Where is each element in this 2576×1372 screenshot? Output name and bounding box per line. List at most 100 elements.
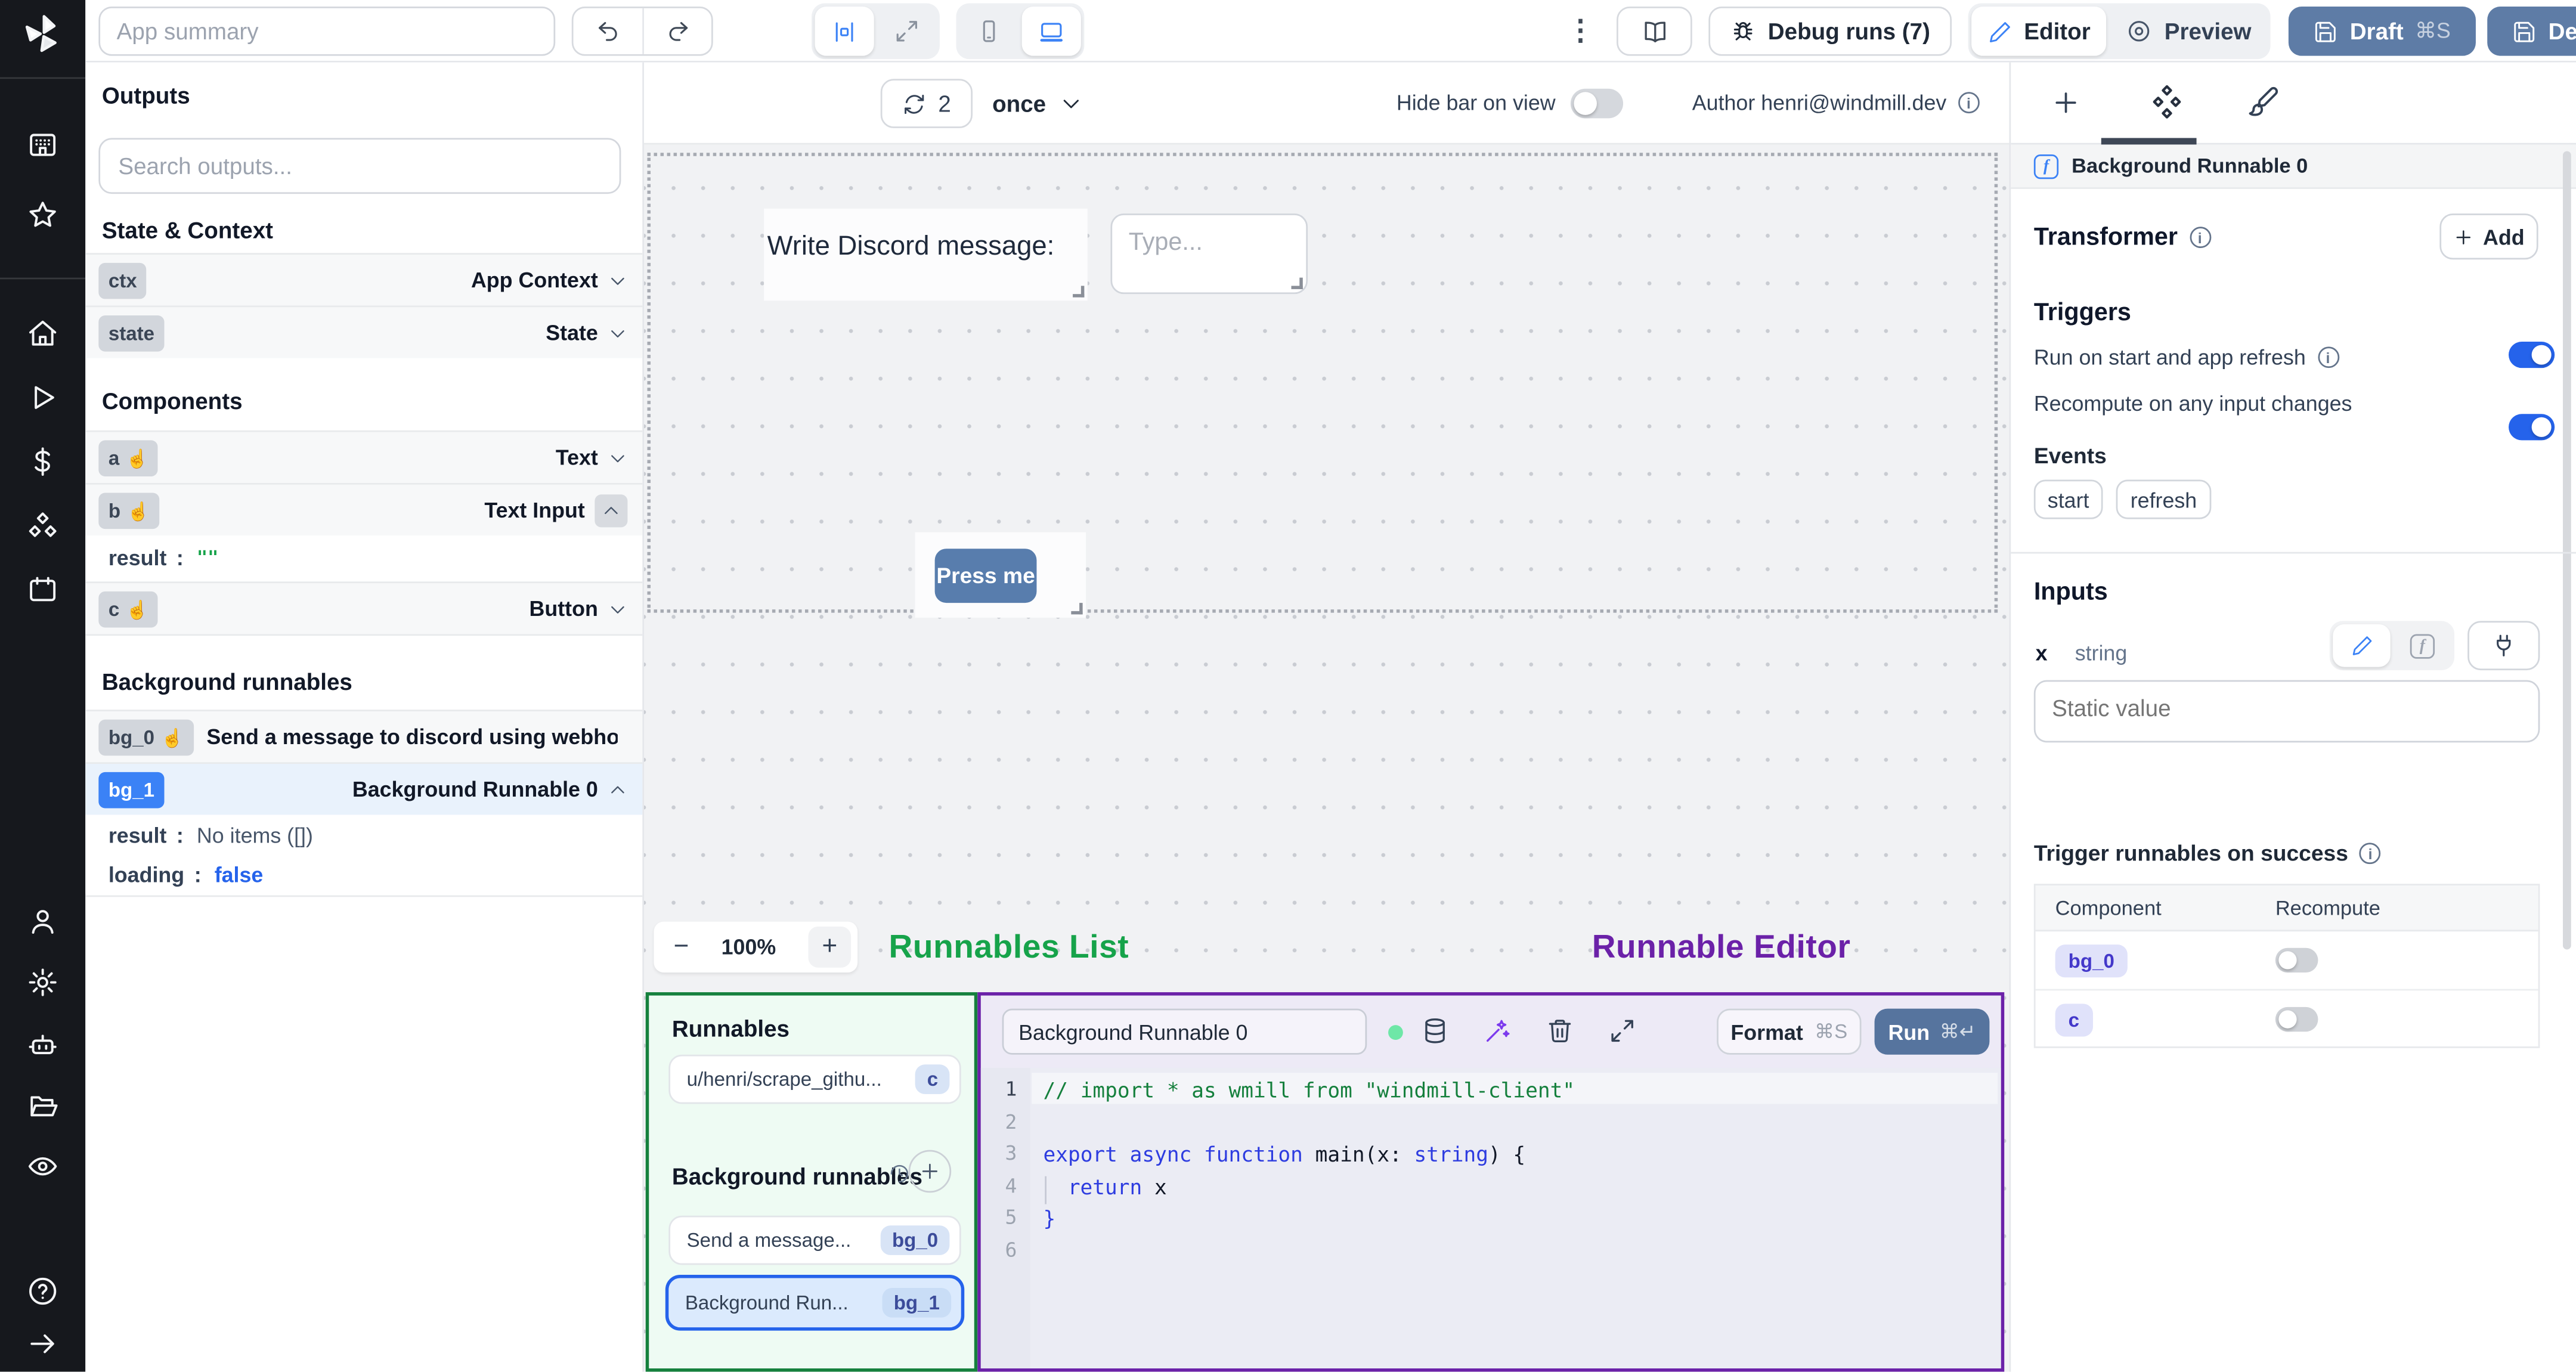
zoom-out-button[interactable]: − xyxy=(674,933,689,962)
frequency-dropdown[interactable]: once xyxy=(992,85,1082,122)
info-icon[interactable] xyxy=(2189,227,2211,249)
eval-mode-function-button[interactable] xyxy=(2394,624,2451,667)
search-outputs-input[interactable] xyxy=(98,138,621,194)
collapse-arrow-icon[interactable] xyxy=(26,1327,59,1360)
recompute-toggle-off[interactable] xyxy=(2275,1006,2318,1032)
zoom-control: − 100% + xyxy=(654,921,858,973)
event-start-pill[interactable]: start xyxy=(2033,479,2103,519)
collapse-button[interactable] xyxy=(595,493,628,527)
home-icon[interactable] xyxy=(26,317,59,350)
folders-icon[interactable] xyxy=(26,1089,59,1122)
hide-bar-toggle[interactable] xyxy=(1570,88,1624,119)
event-refresh-pill[interactable]: refresh xyxy=(2116,479,2212,519)
recompute-toggle[interactable] xyxy=(2509,414,2555,441)
redo-button[interactable] xyxy=(642,8,711,54)
cache-database-icon[interactable] xyxy=(1421,1017,1449,1045)
add-transformer-button[interactable]: Add xyxy=(2439,213,2538,260)
chevron-down-icon[interactable] xyxy=(608,323,627,342)
runnable-name-input[interactable] xyxy=(1002,1008,1367,1055)
chevron-up-icon[interactable] xyxy=(608,779,627,799)
component-row-b[interactable]: b Text Input xyxy=(85,482,643,536)
info-icon[interactable] xyxy=(2317,346,2339,368)
user-icon[interactable] xyxy=(26,905,59,938)
workspace-building-icon[interactable] xyxy=(26,128,59,161)
resize-handle[interactable] xyxy=(1071,603,1083,615)
variables-dollar-icon[interactable] xyxy=(26,445,59,478)
recompute-toggle-off[interactable] xyxy=(2275,947,2318,973)
info-icon[interactable] xyxy=(1958,92,1980,114)
run-on-start-toggle[interactable] xyxy=(2509,342,2555,368)
resize-handle[interactable] xyxy=(1073,286,1085,298)
favorites-star-icon[interactable] xyxy=(26,199,59,231)
refresh-count-button[interactable]: 2 xyxy=(880,79,973,128)
chevron-down-icon[interactable] xyxy=(608,599,627,618)
state-context-title: State & Context xyxy=(101,216,273,243)
static-mode-pencil-button[interactable] xyxy=(2333,624,2391,667)
deploy-button[interactable]: Deploy xyxy=(2487,7,2576,56)
scrollbar-thumb[interactable] xyxy=(2562,151,2571,950)
style-brush-icon[interactable] xyxy=(2247,85,2280,118)
bg1-loading-row[interactable]: loading : false xyxy=(85,854,643,894)
output-row-state[interactable]: state State xyxy=(85,305,643,358)
line-number: 3 xyxy=(1005,1142,1017,1165)
code-editor[interactable]: 1 2 3 4 5 6 // import * as wmill from "w… xyxy=(980,1067,2001,1368)
distribute-layout-button[interactable] xyxy=(815,7,874,56)
runnable-item-bg1-selected[interactable]: Background Run... bg_1 xyxy=(665,1274,965,1331)
tab-preview[interactable]: Preview xyxy=(2110,7,2268,56)
audit-eye-icon[interactable] xyxy=(26,1150,59,1183)
runnable-item-bg0[interactable]: Send a message... bg_0 xyxy=(668,1215,961,1265)
component-row-c[interactable]: c Button xyxy=(85,581,643,634)
bg1-row[interactable]: bg_1 Background Runnable 0 xyxy=(85,762,643,815)
run-button[interactable]: Run ⌘↵ xyxy=(1874,1008,1990,1055)
ai-wand-icon[interactable] xyxy=(1484,1017,1512,1045)
delete-trash-icon[interactable] xyxy=(1546,1017,1574,1045)
desktop-device-button[interactable] xyxy=(1021,7,1081,56)
chevron-up-icon xyxy=(605,506,618,513)
runnable-item-script[interactable]: u/henri/scrape_githu... c xyxy=(668,1054,961,1104)
chevron-down-icon[interactable] xyxy=(608,270,627,290)
component-row-a[interactable]: a Text xyxy=(85,430,643,483)
draft-button[interactable]: Draft ⌘S xyxy=(2288,7,2476,56)
bg1-name: Background Run... xyxy=(685,1291,849,1315)
resources-cubes-icon[interactable] xyxy=(26,509,59,542)
b-result-row[interactable]: result : "" xyxy=(85,535,643,580)
table-row[interactable]: c xyxy=(2036,990,2538,1048)
chevron-down-icon[interactable] xyxy=(608,448,627,467)
component-settings-icon[interactable] xyxy=(2149,84,2185,120)
app-summary-input[interactable] xyxy=(98,7,556,56)
device-preview-group xyxy=(956,3,1085,60)
connect-plug-button[interactable] xyxy=(2467,621,2540,671)
docs-book-button[interactable] xyxy=(1617,7,1692,56)
workers-robot-icon[interactable] xyxy=(26,1029,59,1061)
components-title: Components xyxy=(101,388,243,414)
format-button[interactable]: Format ⌘S xyxy=(1717,1008,1862,1055)
static-value-textarea[interactable] xyxy=(2033,680,2540,743)
tab-editor[interactable]: Editor xyxy=(1971,7,2107,56)
bg0-row[interactable]: bg_0 Send a message to discord using web… xyxy=(85,710,643,763)
button-component-c[interactable]: Press me xyxy=(915,532,1086,618)
undo-button[interactable] xyxy=(574,8,643,54)
output-row-ctx[interactable]: ctx App Context xyxy=(85,253,643,306)
debug-runs-button[interactable]: Debug runs (7) xyxy=(1708,7,1952,56)
line-number: 1 xyxy=(1005,1077,1017,1101)
text-input-component-b[interactable]: Type... xyxy=(1110,213,1308,295)
fullscreen-layout-button[interactable] xyxy=(877,7,936,56)
schedules-calendar-icon[interactable] xyxy=(26,574,59,606)
more-options-kebab-icon[interactable] xyxy=(1566,13,1596,49)
bg1-result-row[interactable]: result : No items ([]) xyxy=(85,814,643,854)
runs-play-icon[interactable] xyxy=(26,381,59,414)
press-me-button[interactable]: Press me xyxy=(934,549,1037,603)
info-icon[interactable] xyxy=(2360,843,2382,865)
bg-runnables-section-title: Background runnables xyxy=(671,1163,922,1190)
table-row[interactable]: bg_0 xyxy=(2035,931,2538,991)
add-background-runnable-button[interactable] xyxy=(908,1150,952,1193)
mobile-device-button[interactable] xyxy=(959,7,1018,56)
text-component-a[interactable]: Write Discord message: xyxy=(764,208,1088,301)
zoom-in-button[interactable]: + xyxy=(808,926,852,968)
settings-gear-icon[interactable] xyxy=(26,966,59,999)
expand-editor-icon[interactable] xyxy=(1608,1017,1636,1045)
windmill-logo-icon[interactable] xyxy=(23,13,63,52)
help-icon[interactable] xyxy=(26,1275,59,1308)
resize-handle[interactable] xyxy=(1291,277,1303,289)
insert-component-plus-icon[interactable] xyxy=(2050,87,2081,118)
